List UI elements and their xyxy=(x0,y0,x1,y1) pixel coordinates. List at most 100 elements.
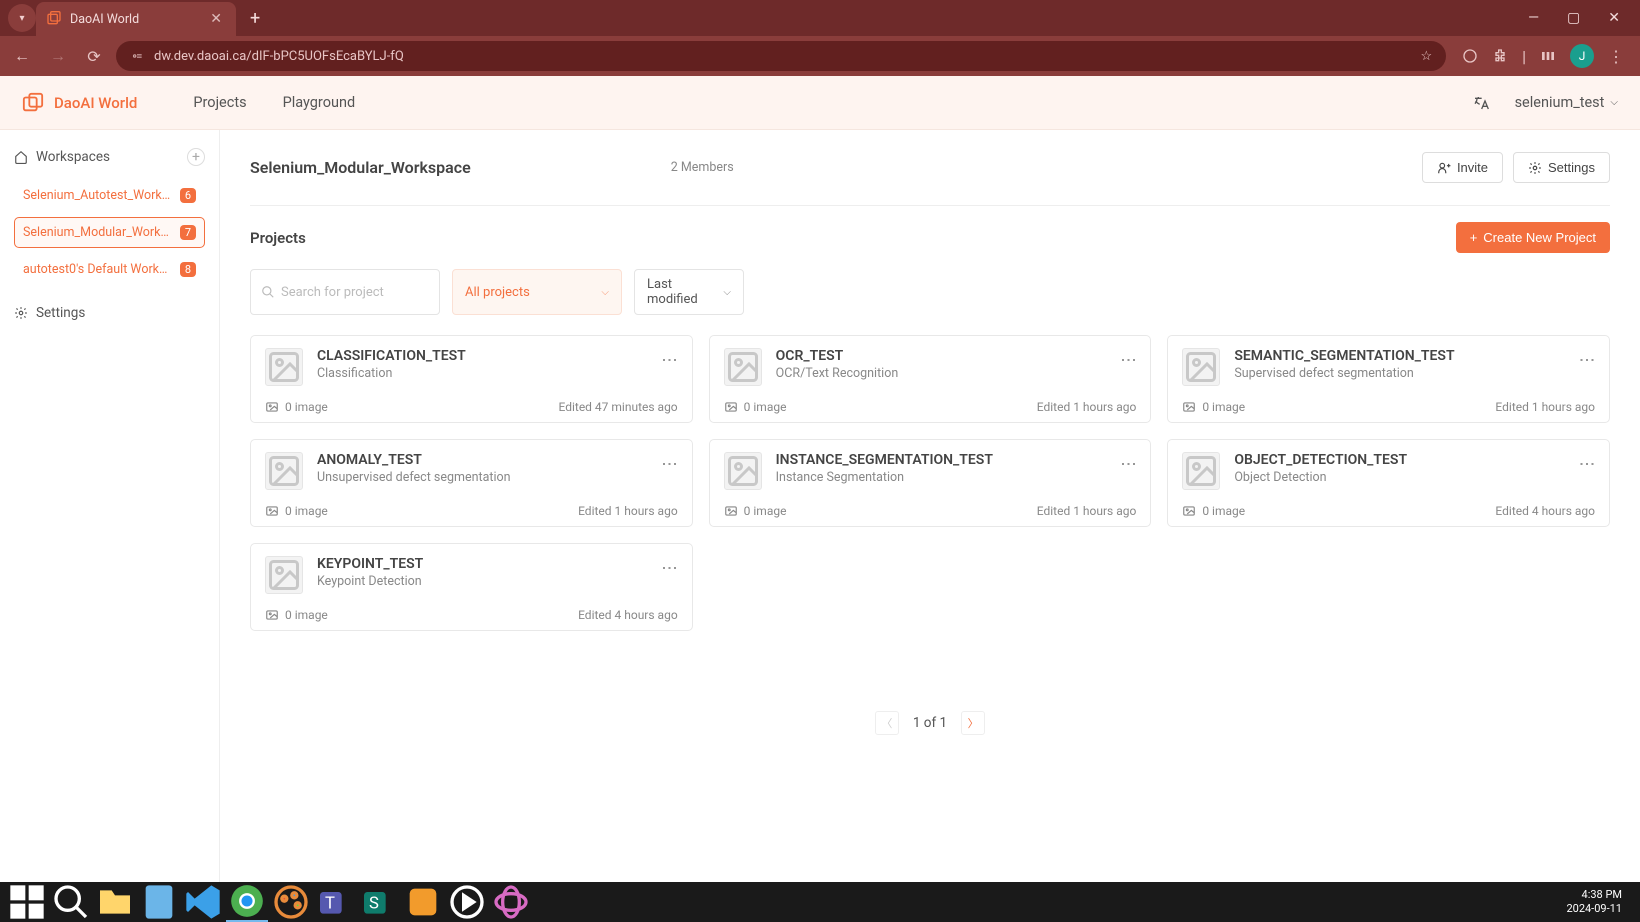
workspace-item[interactable]: Selenium_Modular_Worksp...7 xyxy=(14,217,205,248)
image-icon xyxy=(1182,504,1196,518)
reload-button[interactable]: ⟳ xyxy=(80,42,108,70)
clock-date: 2024-09-11 xyxy=(1566,902,1622,916)
minimize-button[interactable]: — xyxy=(1528,10,1539,26)
prev-page-button[interactable]: 〈 xyxy=(875,711,899,735)
project-menu-button[interactable]: ⋮ xyxy=(1120,348,1136,386)
chrome-menu-button[interactable]: ⋮ xyxy=(1608,47,1624,66)
paint-icon[interactable] xyxy=(270,882,312,922)
workspace-item[interactable]: Selenium_Autotest_Worksp... 6 xyxy=(14,180,205,211)
system-tray[interactable]: 4:38 PM 2024-09-11 xyxy=(1566,888,1634,917)
site-info-icon[interactable] xyxy=(130,49,144,63)
image-count: 0 image xyxy=(285,608,328,622)
add-workspace-button[interactable]: + xyxy=(187,148,205,166)
vscode-icon[interactable] xyxy=(182,882,224,922)
workspace-item[interactable]: autotest0's Default Worksp...8 xyxy=(14,254,205,285)
profile-avatar[interactable]: J xyxy=(1570,44,1594,68)
divider xyxy=(250,205,1610,206)
create-label: Create New Project xyxy=(1483,230,1596,245)
media-player-icon[interactable] xyxy=(446,882,488,922)
project-thumbnail xyxy=(724,348,762,386)
url-text: dw.dev.daoai.ca/dIF-bPC5UOFsEcaBYLJ-fQ xyxy=(154,49,404,64)
project-sort-select[interactable]: Last modified ⌵ xyxy=(634,269,744,315)
new-tab-button[interactable]: + xyxy=(250,8,260,29)
gear-icon xyxy=(14,306,28,320)
workspace-label: Selenium_Autotest_Worksp... xyxy=(23,188,174,203)
sidebar: Workspaces + Selenium_Autotest_Worksp...… xyxy=(0,130,220,882)
project-title: KEYPOINT_TEST xyxy=(317,556,648,572)
workspaces-section-header: Workspaces + xyxy=(14,148,205,166)
sharepoint-icon[interactable]: S xyxy=(358,882,400,922)
image-count: 0 image xyxy=(1202,504,1245,518)
chevron-down-icon: ⌵ xyxy=(601,287,609,298)
invite-button[interactable]: Invite xyxy=(1422,152,1503,183)
chevron-down-icon: ⌵ xyxy=(1610,97,1618,108)
extension-icon[interactable] xyxy=(1462,48,1478,64)
svg-text:S: S xyxy=(369,895,379,914)
project-menu-button[interactable]: ⋮ xyxy=(1579,452,1595,490)
address-bar[interactable]: dw.dev.daoai.ca/dIF-bPC5UOFsEcaBYLJ-fQ ☆ xyxy=(116,41,1446,71)
start-button[interactable] xyxy=(6,882,48,922)
nav-projects[interactable]: Projects xyxy=(193,94,246,111)
tab-close-button[interactable]: ✕ xyxy=(210,11,222,27)
project-menu-button[interactable]: ⋮ xyxy=(662,348,678,386)
workspace-count-badge: 6 xyxy=(180,188,196,203)
app-logo[interactable]: DaoAI World xyxy=(22,92,137,114)
projects-header: Projects + Create New Project xyxy=(250,222,1610,253)
tab-title: DaoAI World xyxy=(70,12,139,27)
projects-grid: CLASSIFICATION_TEST Classification ⋮ 0 i… xyxy=(250,335,1610,631)
project-card[interactable]: SEMANTIC_SEGMENTATION_TEST Supervised de… xyxy=(1167,335,1610,423)
project-subtitle: Unsupervised defect segmentation xyxy=(317,470,648,485)
bookmark-button[interactable]: ☆ xyxy=(1420,49,1432,64)
close-window-button[interactable]: ✕ xyxy=(1608,10,1620,26)
workspace-count-badge: 8 xyxy=(180,262,196,277)
project-menu-button[interactable]: ⋮ xyxy=(662,556,678,594)
media-control-icon[interactable] xyxy=(1540,48,1556,64)
image-icon xyxy=(265,608,279,622)
invite-label: Invite xyxy=(1457,160,1488,175)
workspaces-label: Workspaces xyxy=(36,149,110,165)
extensions-button[interactable] xyxy=(1492,48,1508,64)
back-button[interactable]: ← xyxy=(8,42,36,70)
nav-playground[interactable]: Playground xyxy=(283,94,356,111)
chrome-icon[interactable] xyxy=(226,882,268,922)
search-button[interactable] xyxy=(50,882,92,922)
teams-icon[interactable]: T xyxy=(314,882,356,922)
project-card[interactable]: CLASSIFICATION_TEST Classification ⋮ 0 i… xyxy=(250,335,693,423)
home-icon xyxy=(14,150,28,164)
project-card[interactable]: OBJECT_DETECTION_TEST Object Detection ⋮… xyxy=(1167,439,1610,527)
file-explorer-icon[interactable] xyxy=(94,882,136,922)
project-card[interactable]: INSTANCE_SEGMENTATION_TEST Instance Segm… xyxy=(709,439,1152,527)
project-title: OBJECT_DETECTION_TEST xyxy=(1234,452,1565,468)
user-menu[interactable]: selenium_test ⌵ xyxy=(1515,94,1618,111)
project-card[interactable]: KEYPOINT_TEST Keypoint Detection ⋮ 0 ima… xyxy=(250,543,693,631)
project-filter-select[interactable]: All projects ⌵ xyxy=(452,269,622,315)
project-menu-button[interactable]: ⋮ xyxy=(1120,452,1136,490)
project-subtitle: Object Detection xyxy=(1234,470,1565,485)
project-subtitle: Keypoint Detection xyxy=(317,574,648,589)
workspace-count-badge: 7 xyxy=(180,225,196,240)
notepad-icon[interactable] xyxy=(138,882,180,922)
settings-label: Settings xyxy=(36,305,85,321)
project-thumbnail xyxy=(1182,452,1220,490)
edited-time: Edited 1 hours ago xyxy=(1495,400,1595,414)
project-card[interactable]: OCR_TEST OCR/Text Recognition ⋮ 0 image … xyxy=(709,335,1152,423)
create-project-button[interactable]: + Create New Project xyxy=(1456,222,1610,253)
plus-icon: + xyxy=(1470,230,1478,245)
project-card[interactable]: ANOMALY_TEST Unsupervised defect segment… xyxy=(250,439,693,527)
sidebar-settings[interactable]: Settings xyxy=(14,305,205,321)
language-button[interactable] xyxy=(1473,95,1489,111)
browser-tab-strip: ▾ DaoAI World ✕ + — ▢ ✕ xyxy=(0,0,1640,36)
brand-text: DaoAI World xyxy=(54,94,137,112)
next-page-button[interactable]: 〉 xyxy=(961,711,985,735)
tab-search-button[interactable]: ▾ xyxy=(8,4,36,32)
forward-button[interactable]: → xyxy=(44,42,72,70)
project-search-input[interactable]: Search for project xyxy=(250,269,440,315)
image-count: 0 image xyxy=(285,504,328,518)
sublime-icon[interactable] xyxy=(402,882,444,922)
maximize-button[interactable]: ▢ xyxy=(1567,10,1580,26)
app-icon[interactable] xyxy=(490,882,532,922)
browser-tab[interactable]: DaoAI World ✕ xyxy=(36,2,236,36)
project-menu-button[interactable]: ⋮ xyxy=(662,452,678,490)
project-menu-button[interactable]: ⋮ xyxy=(1579,348,1595,386)
workspace-settings-button[interactable]: Settings xyxy=(1513,152,1610,183)
